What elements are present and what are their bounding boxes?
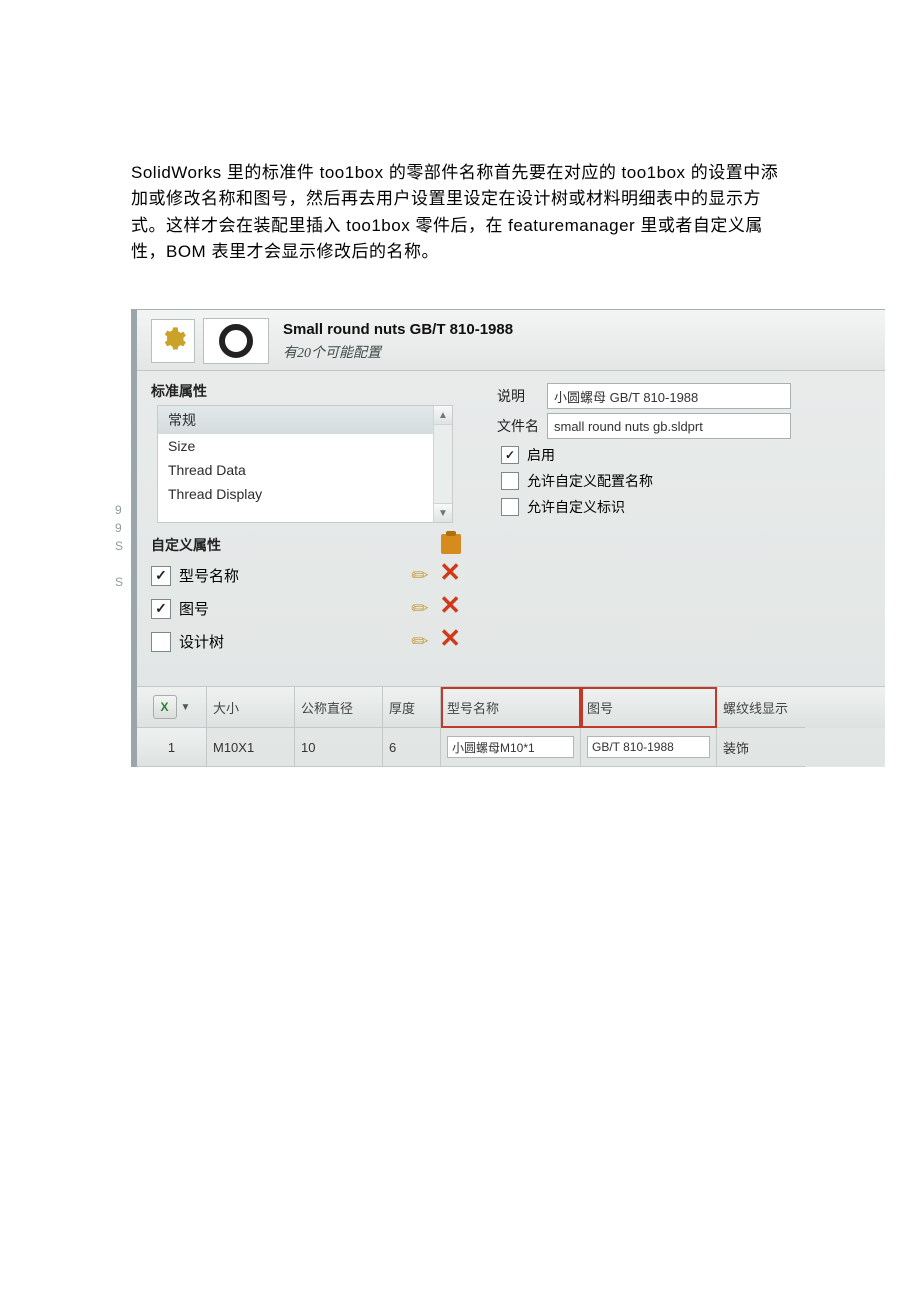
attr-label: 图号 [179,598,259,619]
scroll-down-icon[interactable]: ▼ [434,503,452,522]
attr-label: 设计树 [179,631,259,652]
list-scrollbar[interactable]: ▲ ▼ [433,406,452,522]
attr-row-model-name: ✓ 型号名称 ✎ ✕ [145,559,491,592]
checkbox-model-name[interactable]: ✓ [151,566,171,586]
list-item-thread-data[interactable]: Thread Data [158,458,452,482]
attr-row-drawing-no: ✓ 图号 ✎ ✕ [145,592,491,625]
list-item-thread-display[interactable]: Thread Display [158,482,452,506]
th-drawing-no: 图号 [581,687,717,728]
th-diameter: 公称直径 [295,687,383,728]
scroll-up-icon[interactable]: ▲ [434,406,452,425]
edit-icon[interactable]: ✎ [406,594,436,624]
list-item-general[interactable]: 常规 [158,406,452,434]
part-thumbnail [203,318,269,364]
cell-drawing-no-input[interactable]: GB/T 810-1988 [587,736,710,758]
th-thickness: 厚度 [383,687,441,728]
th-model-name: 型号名称 [441,687,581,728]
filename-input[interactable]: small round nuts gb.sldprt [547,413,791,439]
enable-label: 启用 [527,445,555,465]
standard-attrs-list[interactable]: 常规 Size Thread Data Thread Display ▲ ▼ [157,405,453,523]
panel-header: Small round nuts GB/T 810-1988 有20个可能配置 [137,310,885,371]
edit-icon[interactable]: ✎ [406,561,436,591]
table-header-row: X ▼ 大小 公称直径 厚度 型号名称 图号 螺纹线显示 [137,687,885,728]
allow-flag-checkbox[interactable] [501,498,519,516]
list-item-size[interactable]: Size [158,434,452,458]
allow-cfg-name-checkbox[interactable] [501,472,519,490]
cell-size[interactable]: M10X1 [207,728,295,767]
cell-model-name-input[interactable]: 小圆螺母M10*1 [447,736,574,758]
delete-icon[interactable]: ✕ [439,596,461,621]
toolbox-settings-panel: Small round nuts GB/T 810-1988 有20个可能配置 … [131,309,885,767]
cell-thread-display[interactable]: 装饰 [717,728,805,767]
document-body-text: SolidWorks 里的标准件 too1box 的零部件名称首先要在对应的 t… [131,160,789,265]
enable-checkbox[interactable]: ✓ [501,446,519,464]
gear-icon [151,319,195,363]
nut-icon [219,324,253,358]
standard-attrs-label: 标准属性 [145,375,491,405]
cell-drawing-no[interactable]: GB/T 810-1988 [581,728,717,767]
row-number: 1 [137,728,207,767]
attr-label: 型号名称 [179,565,259,586]
panel-subtitle: 有20个可能配置 [283,342,513,362]
clipboard-icon[interactable] [441,534,461,554]
edit-icon[interactable]: ✎ [406,627,436,657]
description-input[interactable]: 小圆螺母 GB/T 810-1988 [547,383,791,409]
allow-flag-label: 允许自定义标识 [527,497,625,517]
checkbox-design-tree[interactable] [151,632,171,652]
th-thread-display: 螺纹线显示 [717,687,805,728]
sizes-table: X ▼ 大小 公称直径 厚度 型号名称 图号 螺纹线显示 1 M10X1 10 … [137,686,885,767]
chevron-down-icon[interactable]: ▼ [181,702,191,713]
checkbox-drawing-no[interactable]: ✓ [151,599,171,619]
custom-attrs-label: 自定义属性 [145,529,227,559]
cell-model-name[interactable]: 小圆螺母M10*1 [441,728,581,767]
allow-cfg-name-label: 允许自定义配置名称 [527,471,653,491]
cell-thickness[interactable]: 6 [383,728,441,767]
gutter-text: 9 9 S S [115,501,123,591]
table-row[interactable]: 1 M10X1 10 6 小圆螺母M10*1 GB/T 810-1988 装饰 [137,728,885,767]
panel-title: Small round nuts GB/T 810-1988 [283,321,513,338]
delete-icon[interactable]: ✕ [439,563,461,588]
th-size: 大小 [207,687,295,728]
delete-icon[interactable]: ✕ [439,629,461,654]
excel-export-button[interactable]: X ▼ [137,687,207,728]
cell-diameter[interactable]: 10 [295,728,383,767]
filename-label: 文件名 [497,416,541,436]
excel-icon: X [153,695,177,719]
attr-row-design-tree: 设计树 ✎ ✕ [145,625,491,658]
description-label: 说明 [497,386,541,406]
